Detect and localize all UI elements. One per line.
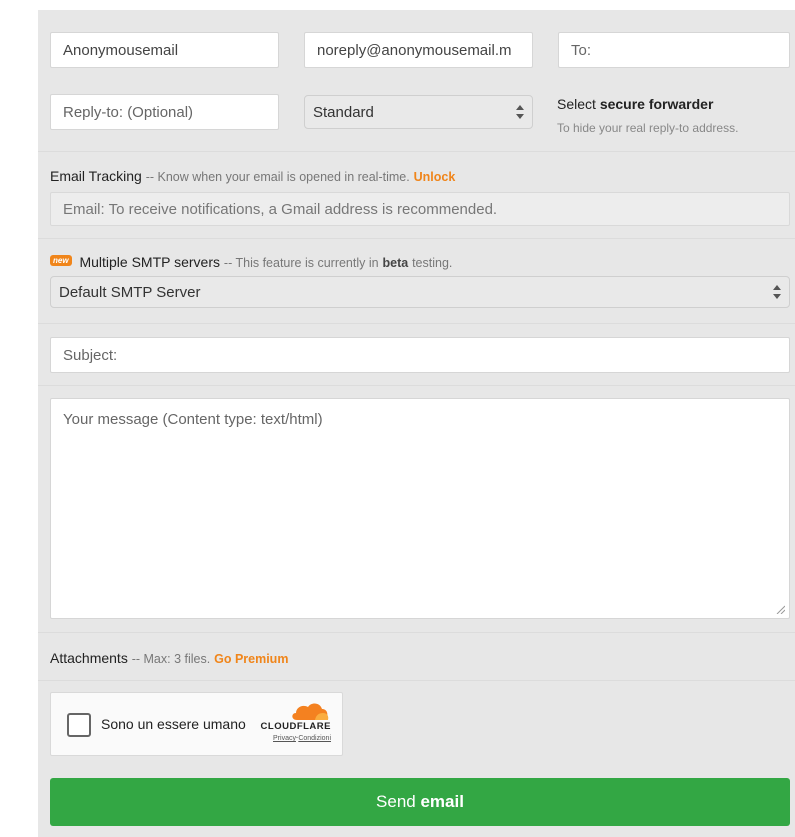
to-input[interactable]: To:	[558, 32, 790, 68]
to-placeholder: To:	[571, 41, 592, 59]
divider	[38, 238, 795, 239]
go-premium-link[interactable]: Go Premium	[214, 652, 288, 666]
send-label-prefix: Send	[376, 792, 416, 811]
smtp-server-select[interactable]: Default SMTP Server	[50, 276, 790, 308]
attachments-note: -- Max: 3 files.	[131, 652, 211, 666]
cloudflare-brand: CLOUDFLARE	[260, 721, 331, 732]
smtp-note-prefix: -- This feature is currently in	[223, 256, 379, 270]
captcha-checkbox[interactable]	[67, 713, 91, 737]
attachments-label-line: Attachments -- Max: 3 files. Go Premium	[50, 650, 288, 666]
cloudflare-logo: CLOUDFLARE Privacy·Condizioni	[247, 701, 331, 749]
divider	[38, 323, 795, 324]
attachments-label: Attachments	[50, 650, 128, 666]
captcha-links: Privacy·Condizioni	[247, 735, 331, 742]
new-badge: new	[50, 255, 72, 266]
subject-input[interactable]: Subject:	[50, 337, 790, 373]
tracking-note: -- Know when your email is opened in rea…	[145, 170, 410, 184]
resize-grip-icon[interactable]	[775, 604, 785, 614]
forwarder-select[interactable]: Standard	[304, 95, 533, 129]
captcha-widget: Sono un essere umano CLOUDFLARE Privacy·…	[50, 692, 343, 756]
tracking-label-line: Email Tracking -- Know when your email i…	[50, 168, 455, 184]
send-email-button[interactable]: Send email	[50, 778, 790, 826]
smtp-note-suffix: testing.	[412, 256, 453, 270]
forwarder-hint: To hide your real reply-to address.	[557, 121, 739, 135]
reply-to-placeholder: Reply-to: (Optional)	[63, 103, 194, 121]
sender-name-value: Anonymousemail	[63, 41, 179, 59]
sender-email-value: noreply@anonymousemail.m	[317, 41, 512, 59]
sender-name-input[interactable]: Anonymousemail	[50, 32, 279, 68]
divider	[38, 680, 795, 681]
tracking-email-placeholder: Email: To receive notifications, a Gmail…	[63, 200, 498, 218]
divider	[38, 632, 795, 633]
forwarder-title-bold: secure forwarder	[599, 96, 714, 112]
message-placeholder: Your message (Content type: text/html)	[63, 411, 323, 428]
terms-link[interactable]: Condizioni	[298, 735, 331, 742]
send-label-bold: email	[420, 792, 464, 811]
smtp-label: Multiple SMTP servers	[79, 254, 221, 270]
tracking-email-input[interactable]: Email: To receive notifications, a Gmail…	[50, 192, 790, 226]
smtp-note-bold: beta	[382, 256, 409, 270]
smtp-label-line: new Multiple SMTP servers -- This featur…	[50, 254, 452, 270]
captcha-label: Sono un essere umano	[101, 716, 246, 732]
tracking-unlock-link[interactable]: Unlock	[414, 170, 456, 184]
divider	[38, 385, 795, 386]
subject-placeholder: Subject:	[63, 346, 118, 364]
cloud-icon	[292, 703, 329, 720]
smtp-selected: Default SMTP Server	[59, 283, 201, 301]
privacy-link[interactable]: Privacy	[273, 735, 296, 742]
message-textarea[interactable]: Your message (Content type: text/html)	[50, 398, 790, 619]
reply-to-input[interactable]: Reply-to: (Optional)	[50, 94, 279, 130]
select-arrows-icon	[516, 105, 524, 119]
select-arrows-icon	[773, 285, 781, 299]
forwarder-selected: Standard	[313, 103, 374, 121]
divider	[38, 151, 795, 152]
forwarder-title-prefix: Select	[557, 96, 596, 112]
sender-email-input[interactable]: noreply@anonymousemail.m	[304, 32, 533, 68]
tracking-label: Email Tracking	[50, 168, 142, 184]
forwarder-title: Select secure forwarder	[557, 96, 713, 112]
